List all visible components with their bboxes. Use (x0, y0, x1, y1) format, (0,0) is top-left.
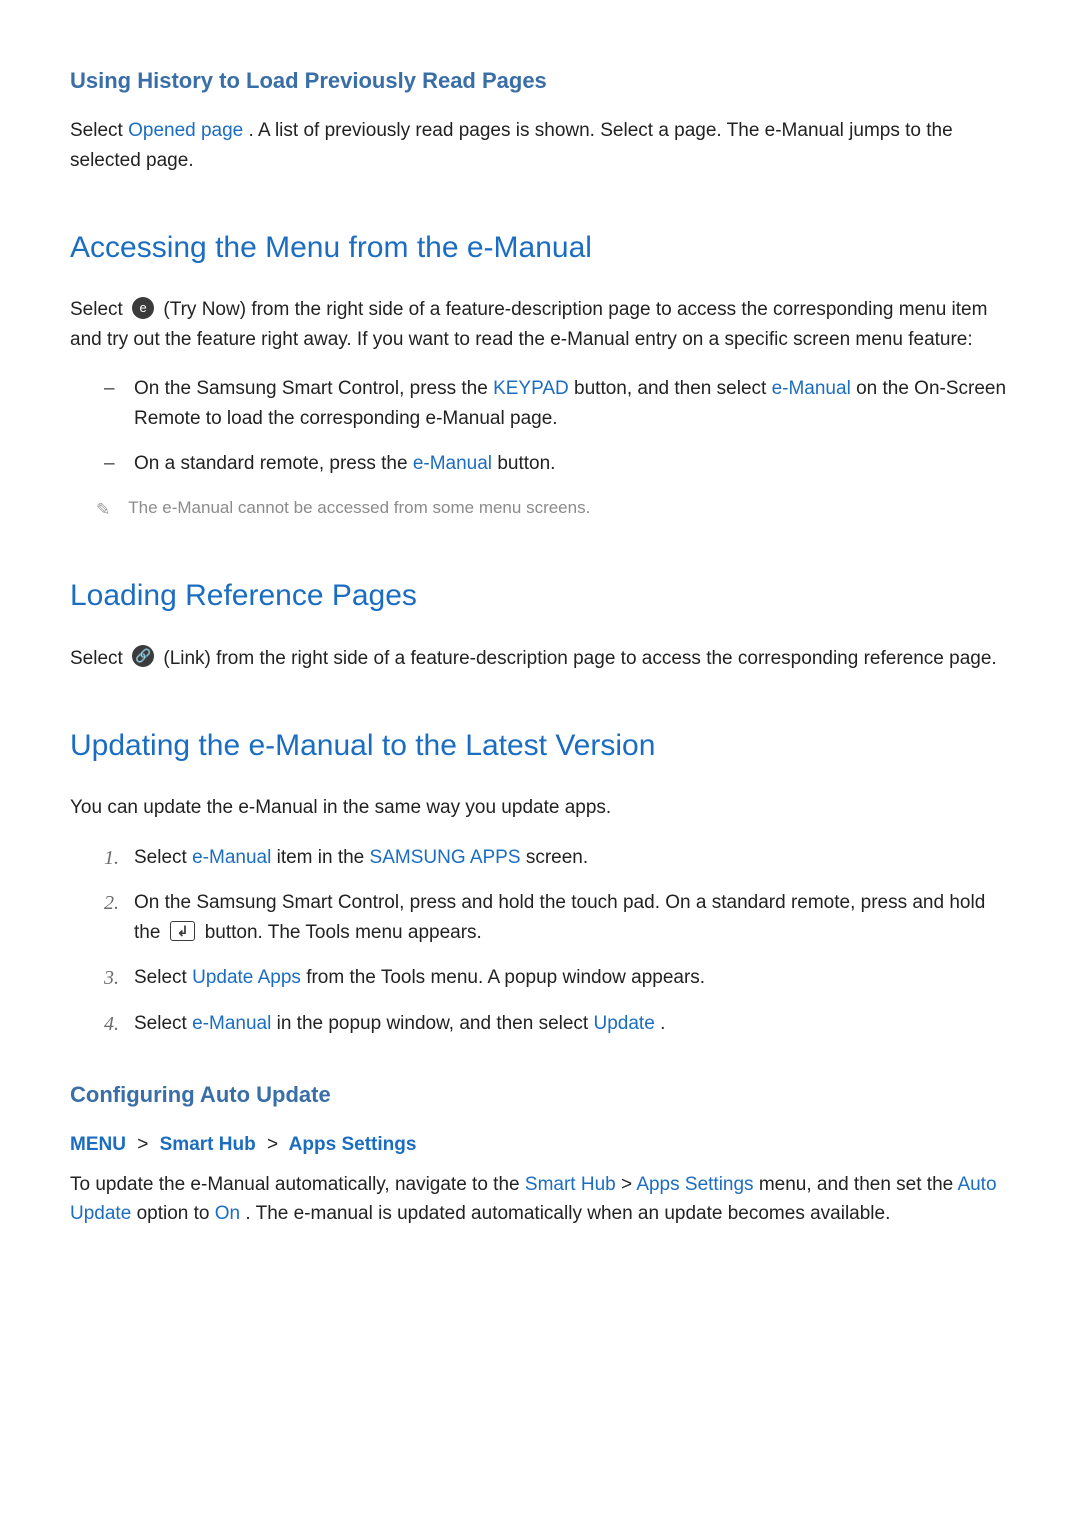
text: Select (134, 967, 192, 988)
highlight-on: On (215, 1203, 240, 1224)
highlight-update-apps: Update Apps (192, 967, 301, 988)
text: . (660, 1013, 665, 1034)
breadcrumb-item: MENU (70, 1134, 126, 1155)
breadcrumb-item: Apps Settings (289, 1134, 417, 1155)
note: ✎ The e-Manual cannot be accessed from s… (96, 495, 1010, 523)
link-icon: 🔗 (132, 645, 154, 667)
text: (Link) from the right side of a feature-… (163, 648, 996, 669)
try-now-icon: e (132, 297, 154, 319)
list-item: 4. Select e-Manual in the popup window, … (104, 1009, 1010, 1038)
paragraph: To update the e-Manual automatically, na… (70, 1170, 1010, 1229)
highlight-e-manual: e-Manual (192, 847, 271, 868)
text: > (621, 1174, 636, 1195)
chevron-right-icon: > (137, 1134, 148, 1155)
text: option to (137, 1203, 215, 1224)
paragraph: Select e (Try Now) from the right side o… (70, 295, 1010, 354)
text: On the Samsung Smart Control, press the (134, 378, 493, 399)
highlight-update: Update (594, 1013, 655, 1034)
highlight-keypad: KEYPAD (493, 378, 569, 399)
highlight-opened-page: Opened page (128, 120, 243, 141)
text: On a standard remote, press the (134, 453, 413, 474)
text: button, and then select (574, 378, 772, 399)
text: (Try Now) from the right side of a featu… (70, 299, 987, 349)
paragraph: Select Opened page . A list of previousl… (70, 116, 1010, 175)
paragraph: Select 🔗 (Link) from the right side of a… (70, 644, 1010, 673)
step-number: 2. (104, 888, 119, 919)
list-item: On a standard remote, press the e-Manual… (104, 449, 1010, 478)
step-number: 1. (104, 843, 119, 874)
chevron-right-icon: > (267, 1134, 278, 1155)
list-item: 1. Select e-Manual item in the SAMSUNG A… (104, 843, 1010, 872)
breadcrumb-item: Smart Hub (160, 1134, 256, 1155)
heading-loading-reference: Loading Reference Pages (70, 573, 1010, 620)
text: Select (70, 299, 128, 320)
text: menu, and then set the (759, 1174, 958, 1195)
list-item: On the Samsung Smart Control, press the … (104, 374, 1010, 433)
text: screen. (526, 847, 588, 868)
text: . The e-manual is updated automatically … (245, 1203, 890, 1224)
step-number: 3. (104, 963, 119, 994)
text: To update the e-Manual automatically, na… (70, 1174, 525, 1195)
text: button. (497, 453, 555, 474)
bullet-list: On the Samsung Smart Control, press the … (70, 374, 1010, 478)
text: button. The Tools menu appears. (205, 922, 482, 943)
highlight-samsung-apps: SAMSUNG APPS (370, 847, 521, 868)
text: Select (70, 120, 128, 141)
highlight-apps-settings: Apps Settings (636, 1174, 753, 1195)
highlight-smart-hub: Smart Hub (525, 1174, 616, 1195)
text: Select (70, 648, 128, 669)
text: in the popup window, and then select (277, 1013, 594, 1034)
highlight-e-manual: e-Manual (192, 1013, 271, 1034)
note-text: The e-Manual cannot be accessed from som… (128, 495, 590, 521)
paragraph: You can update the e-Manual in the same … (70, 793, 1010, 822)
highlight-e-manual: e-Manual (772, 378, 851, 399)
breadcrumb: MENU > Smart Hub > Apps Settings (70, 1130, 1010, 1159)
text: from the Tools menu. A popup window appe… (306, 967, 705, 988)
heading-configuring-auto-update: Configuring Auto Update (70, 1078, 1010, 1112)
heading-accessing-menu: Accessing the Menu from the e-Manual (70, 225, 1010, 272)
highlight-e-manual: e-Manual (413, 453, 492, 474)
enter-key-icon: ↲ (170, 921, 196, 941)
text: Select (134, 1013, 192, 1034)
step-number: 4. (104, 1009, 119, 1040)
text: item in the (277, 847, 370, 868)
heading-using-history: Using History to Load Previously Read Pa… (70, 64, 1010, 98)
note-icon: ✎ (96, 497, 110, 523)
ordered-list: 1. Select e-Manual item in the SAMSUNG A… (70, 843, 1010, 1038)
heading-updating-e-manual: Updating the e-Manual to the Latest Vers… (70, 723, 1010, 770)
list-item: 3. Select Update Apps from the Tools men… (104, 963, 1010, 992)
list-item: 2. On the Samsung Smart Control, press a… (104, 888, 1010, 947)
text: Select (134, 847, 192, 868)
